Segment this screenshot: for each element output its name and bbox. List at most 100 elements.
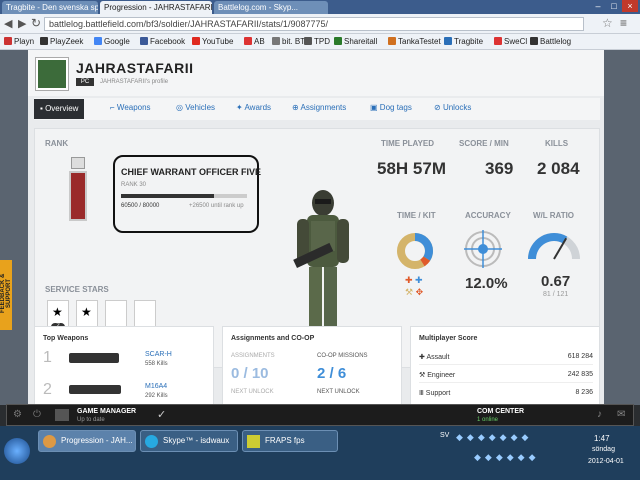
- browser-tab[interactable]: Battlelog.com - Skyp...: [214, 1, 328, 14]
- browser-tab[interactable]: Tragbite - Den svenska spelp...: [2, 1, 98, 14]
- accuracy-value: 12.0%: [465, 275, 508, 292]
- wl-ratio-value: 0.67: [541, 273, 571, 290]
- bookmarks-bar: Playn PlayZeek Google Facebook YouTube A…: [0, 34, 640, 50]
- battlelog-page: FEEDBACK & SUPPORT JAHRASTAFARII PC JAHR…: [0, 50, 640, 405]
- tray-icons-row2[interactable]: ◆◆◆◆◆◆: [474, 452, 540, 463]
- tab-label: Awards: [244, 103, 272, 112]
- tab-assignments[interactable]: ⊕ Assignments: [292, 103, 346, 112]
- windows-taskbar: Progression - JAH... Skype™ - isdwaux FR…: [0, 426, 640, 480]
- bookmark-item[interactable]: Google: [94, 37, 130, 46]
- bookmark-item[interactable]: Playn: [4, 37, 34, 46]
- score-row: ⚒ Engineer 242 835: [419, 371, 593, 383]
- chrome-icon: [43, 435, 56, 448]
- tab-label: Weapons: [116, 103, 151, 112]
- screen: Tragbite - Den svenska spelp... Progress…: [0, 0, 640, 480]
- accuracy-target-icon: [464, 230, 502, 268]
- score-row-value: 242 835: [567, 371, 593, 378]
- tab-label: Overview: [45, 104, 79, 113]
- bookmark-item[interactable]: AB: [244, 37, 265, 46]
- assignments-card: Assignments and CO-OP ASSIGNMENTS 0 / 10…: [222, 326, 402, 405]
- com-center-label[interactable]: COM CENTER: [477, 408, 524, 415]
- volume-icon[interactable]: ♪: [597, 409, 602, 420]
- game-manager-label[interactable]: GAME MANAGER: [77, 408, 136, 415]
- tab-awards[interactable]: ✦ Awards: [236, 103, 271, 112]
- settings-icon[interactable]: ⚙: [13, 409, 22, 420]
- bookmark-label: TPD: [314, 37, 330, 46]
- minimize-icon[interactable]: –: [590, 0, 606, 12]
- start-button[interactable]: [4, 438, 30, 464]
- maximize-icon[interactable]: □: [606, 0, 622, 12]
- rank-heading: RANK: [45, 139, 69, 148]
- time-played-value: 58H 57M: [377, 159, 446, 178]
- bookmark-item[interactable]: SweCl: [494, 37, 527, 46]
- tab-weapons[interactable]: ⌐ Weapons: [110, 103, 151, 112]
- weapon-name[interactable]: SCAR-H: [145, 351, 172, 358]
- weapon-rank: 2: [43, 381, 52, 398]
- bookmark-star-icon[interactable]: ☆: [602, 16, 613, 30]
- score-row-name: Assault: [426, 354, 450, 361]
- score-row-value: 8 236: [575, 389, 593, 396]
- tray-icons[interactable]: ◆◆◆◆◆◆◆: [456, 432, 532, 443]
- bookmark-item[interactable]: Tragbite: [444, 37, 483, 46]
- bookmark-label: TankaTestet: [398, 37, 441, 46]
- engineer-icon: ⚒: [419, 372, 426, 379]
- bookmark-item[interactable]: Battlelog: [530, 37, 571, 46]
- tab-dog-tags[interactable]: ▣ Dog tags: [370, 103, 412, 112]
- time-played-label: TIME PLAYED: [381, 139, 435, 148]
- score-row-name: Support: [425, 390, 451, 397]
- bookmark-item[interactable]: TPD: [304, 37, 330, 46]
- taskbar-item-chrome[interactable]: Progression - JAH...: [38, 430, 136, 452]
- feedback-tab[interactable]: FEEDBACK & SUPPORT: [0, 260, 12, 330]
- reload-icon[interactable]: ↻: [31, 16, 41, 30]
- platform-badge: PC: [76, 78, 94, 86]
- fraps-icon: [247, 435, 260, 448]
- next-unlock-label: NEXT UNLOCK: [317, 389, 360, 395]
- tab-label: Vehicles: [185, 103, 216, 112]
- rank-box: CHIEF WARRANT OFFICER FIVE RANK 30 60500…: [113, 155, 261, 233]
- rank-insignia-icon: [71, 157, 85, 169]
- taskbar-label: FRAPS fps: [265, 436, 305, 445]
- score-min-label: SCORE / MIN: [459, 139, 509, 148]
- browser-tab-active[interactable]: Progression - JAHRASTAFARII: [100, 1, 212, 14]
- weapon-kills: 292 Kills: [145, 393, 168, 399]
- bookmark-item[interactable]: bit. BT: [272, 37, 305, 46]
- assignments-label: ASSIGNMENTS: [231, 353, 275, 359]
- bookmark-item[interactable]: Facebook: [140, 37, 185, 46]
- forward-arrow-icon[interactable]: ▶: [18, 17, 26, 30]
- close-icon[interactable]: ×: [622, 0, 638, 12]
- weapon-rank: 1: [43, 349, 52, 366]
- tab-label: Tragbite - Den svenska spelp...: [6, 3, 98, 12]
- back-arrow-icon[interactable]: ◀: [4, 17, 12, 30]
- dog-tag-icon: ▣: [370, 103, 378, 112]
- language-indicator[interactable]: SV: [440, 432, 449, 439]
- support-icon: Ⅲ: [419, 390, 424, 397]
- score-row: Ⅲ Support 8 236: [419, 389, 593, 401]
- overview-icon: ▪: [40, 104, 43, 113]
- tab-vehicles[interactable]: ◎ Vehicles: [176, 103, 215, 112]
- skype-icon: [145, 435, 158, 448]
- chat-icon[interactable]: ✉: [617, 409, 625, 420]
- clock-date: 2012-04-01: [588, 458, 624, 465]
- bookmark-item[interactable]: Shareitall: [334, 37, 377, 46]
- bookmark-label: YouTube: [202, 37, 234, 46]
- avatar[interactable]: [36, 58, 68, 90]
- bookmark-item[interactable]: PlayZeek: [40, 37, 83, 46]
- com-center-status: 1 online: [477, 417, 499, 423]
- game-manager-status: Up to date: [77, 417, 105, 423]
- tab-overview[interactable]: ▪ Overview: [34, 99, 85, 119]
- rank-remaining-text: +26500 until rank up: [189, 203, 244, 209]
- clock-time[interactable]: 1:47: [594, 434, 610, 443]
- bookmark-item[interactable]: YouTube: [192, 37, 233, 46]
- weapon-name[interactable]: M16A4: [145, 383, 167, 390]
- wrench-icon[interactable]: ≡: [620, 16, 627, 30]
- taskbar-item-skype[interactable]: Skype™ - isdwaux: [140, 430, 238, 452]
- profile-link[interactable]: JAHRASTAFARII's profile: [100, 79, 168, 85]
- address-input[interactable]: battlelog.battlefield.com/bf3/soldier/JA…: [44, 17, 584, 31]
- rank-progress-text: 60500 / 80000: [121, 203, 160, 209]
- tab-label: Unlocks: [442, 103, 472, 112]
- bookmark-item[interactable]: TankaTestet: [388, 37, 441, 46]
- tab-unlocks[interactable]: ⊘ Unlocks: [434, 103, 471, 112]
- taskbar-item-fraps[interactable]: FRAPS fps: [242, 430, 338, 452]
- power-icon[interactable]: ⏻: [33, 409, 41, 420]
- coop-value: 2 / 6: [317, 365, 347, 382]
